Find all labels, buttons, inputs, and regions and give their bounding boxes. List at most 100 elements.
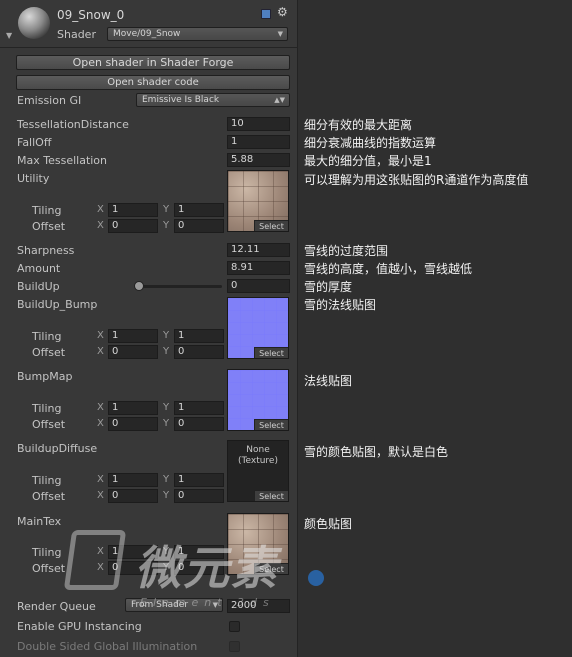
x-axis-label: X: [97, 474, 104, 485]
buildup-bump-texture-slot[interactable]: Select: [227, 297, 289, 359]
y-axis-label: Y: [163, 220, 170, 231]
x-axis-label: X: [97, 418, 104, 429]
none-texture-text: None (Texture): [228, 445, 288, 467]
tiling-label: Tiling: [32, 546, 62, 559]
bumpmap-note: 法线贴图: [304, 374, 353, 388]
y-axis-label: Y: [163, 418, 170, 429]
material-name: 09_Snow_0: [57, 8, 125, 22]
falloff-field[interactable]: 1: [227, 135, 290, 149]
utility-note: 可以理解为用这张贴图的R通道作为高度值: [304, 173, 529, 187]
buildup-slider-track[interactable]: [138, 285, 222, 288]
utility-offset-y[interactable]: 0: [174, 219, 224, 233]
open-shader-code-button[interactable]: Open shader code: [16, 75, 290, 90]
select-button[interactable]: Select: [254, 347, 288, 358]
buildup-diffuse-offset-x[interactable]: 0: [108, 489, 158, 503]
buildup-diffuse-tiling-x[interactable]: 1: [108, 473, 158, 487]
max-tess-note: 最大的细分值，最小是1: [304, 154, 432, 168]
sharpness-note: 雪线的过度范围: [304, 244, 389, 258]
offset-label: Offset: [32, 220, 66, 233]
gpu-instancing-label: Enable GPU Instancing: [17, 620, 142, 633]
buildup-bump-offset-y[interactable]: 0: [174, 345, 224, 359]
shader-dropdown-value: Move/09_Snow: [113, 29, 181, 39]
buildup-diffuse-label: BuildupDiffuse: [17, 442, 98, 455]
amount-label: Amount: [17, 262, 61, 275]
utility-texture-slot[interactable]: Select: [227, 170, 289, 232]
tiling-label: Tiling: [32, 204, 62, 217]
select-button[interactable]: Select: [254, 490, 288, 501]
sharpness-field[interactable]: 12.11: [227, 243, 290, 257]
bumpmap-label: BumpMap: [17, 370, 73, 383]
falloff-note: 细分衰减曲线的指数运算: [304, 136, 437, 150]
bumpmap-texture-slot[interactable]: Select: [227, 369, 289, 431]
double-sided-gi-checkbox: [229, 641, 240, 652]
texture-text: (Texture): [238, 456, 278, 466]
max-tess-label: Max Tessellation: [17, 154, 108, 167]
gear-icon[interactable]: ⚙: [277, 5, 288, 19]
buildup-bump-tiling-x[interactable]: 1: [108, 329, 158, 343]
render-queue-label: Render Queue: [17, 600, 96, 613]
amount-field[interactable]: 8.91: [227, 261, 290, 275]
emission-gi-dropdown[interactable]: Emissive Is Black ▲▼: [136, 93, 290, 107]
bumpmap-offset-x[interactable]: 0: [108, 417, 158, 431]
watermark-subtext: Element 3ds: [140, 596, 275, 609]
emission-gi-label: Emission GI: [17, 94, 82, 107]
double-sided-gi-label: Double Sided Global Illumination: [17, 640, 198, 653]
buildup-bump-offset-x[interactable]: 0: [108, 345, 158, 359]
x-axis-label: X: [97, 346, 104, 357]
watermark-text: 微元素: [135, 541, 279, 595]
gpu-instancing-checkbox[interactable]: [229, 621, 240, 632]
y-axis-label: Y: [163, 474, 170, 485]
offset-label: Offset: [32, 346, 66, 359]
utility-tiling-x[interactable]: 1: [108, 203, 158, 217]
buildup-bump-tiling-y[interactable]: 1: [174, 329, 224, 343]
y-axis-label: Y: [163, 490, 170, 501]
x-axis-label: X: [97, 490, 104, 501]
y-axis-label: Y: [163, 402, 170, 413]
tiling-label: Tiling: [32, 330, 62, 343]
buildup-diffuse-offset-y[interactable]: 0: [174, 489, 224, 503]
bumpmap-tiling-x[interactable]: 1: [108, 401, 158, 415]
open-in-shader-forge-button[interactable]: Open shader in Shader Forge: [16, 55, 290, 70]
buildup-diffuse-tiling-y[interactable]: 1: [174, 473, 224, 487]
watermark-logo-icon: [63, 530, 127, 590]
material-preview-sphere: [18, 7, 50, 39]
select-button[interactable]: Select: [254, 419, 288, 430]
buildup-label: BuildUp: [17, 280, 60, 293]
none-text: None: [246, 445, 270, 455]
maintex-label: MainTex: [17, 515, 62, 528]
buildup-note: 雪的厚度: [304, 280, 353, 294]
buildup-slider-handle[interactable]: [134, 281, 144, 291]
buildup-bump-note: 雪的法线贴图: [304, 298, 377, 312]
buildup-bump-label: BuildUp_Bump: [17, 298, 98, 311]
tess-distance-note: 细分有效的最大距离: [304, 118, 413, 132]
buildup-diffuse-texture-slot[interactable]: None (Texture) Select: [227, 440, 289, 502]
emission-gi-value: Emissive Is Black: [142, 95, 220, 105]
shader-label: Shader: [57, 28, 96, 41]
maintex-note: 颜色贴图: [304, 517, 353, 531]
utility-label: Utility: [17, 172, 50, 185]
help-book-icon[interactable]: [261, 9, 271, 19]
select-button[interactable]: Select: [254, 220, 288, 231]
bumpmap-offset-y[interactable]: 0: [174, 417, 224, 431]
max-tess-field[interactable]: 5.88: [227, 153, 290, 167]
buildup-diffuse-note: 雪的颜色贴图，默认是白色: [304, 445, 449, 459]
shader-dropdown[interactable]: Move/09_Snow ▼: [107, 27, 288, 41]
header-divider: [0, 47, 298, 48]
buildup-field[interactable]: 0: [227, 279, 290, 293]
tiling-label: Tiling: [32, 474, 62, 487]
dropdown-arrow-icon: ▲▼: [274, 96, 285, 104]
y-axis-label: Y: [163, 204, 170, 215]
sharpness-label: Sharpness: [17, 244, 75, 257]
amount-note: 雪线的高度，值越小，雪线越低: [304, 262, 473, 276]
tess-distance-field[interactable]: 10: [227, 117, 290, 131]
x-axis-label: X: [97, 330, 104, 341]
bumpmap-tiling-y[interactable]: 1: [174, 401, 224, 415]
foldout-arrow-icon[interactable]: ▼: [6, 31, 12, 40]
offset-label: Offset: [32, 418, 66, 431]
falloff-label: FallOff: [17, 136, 52, 149]
x-axis-label: X: [97, 402, 104, 413]
utility-offset-x[interactable]: 0: [108, 219, 158, 233]
utility-tiling-y[interactable]: 1: [174, 203, 224, 217]
offset-label: Offset: [32, 490, 66, 503]
offset-label: Offset: [32, 562, 66, 575]
